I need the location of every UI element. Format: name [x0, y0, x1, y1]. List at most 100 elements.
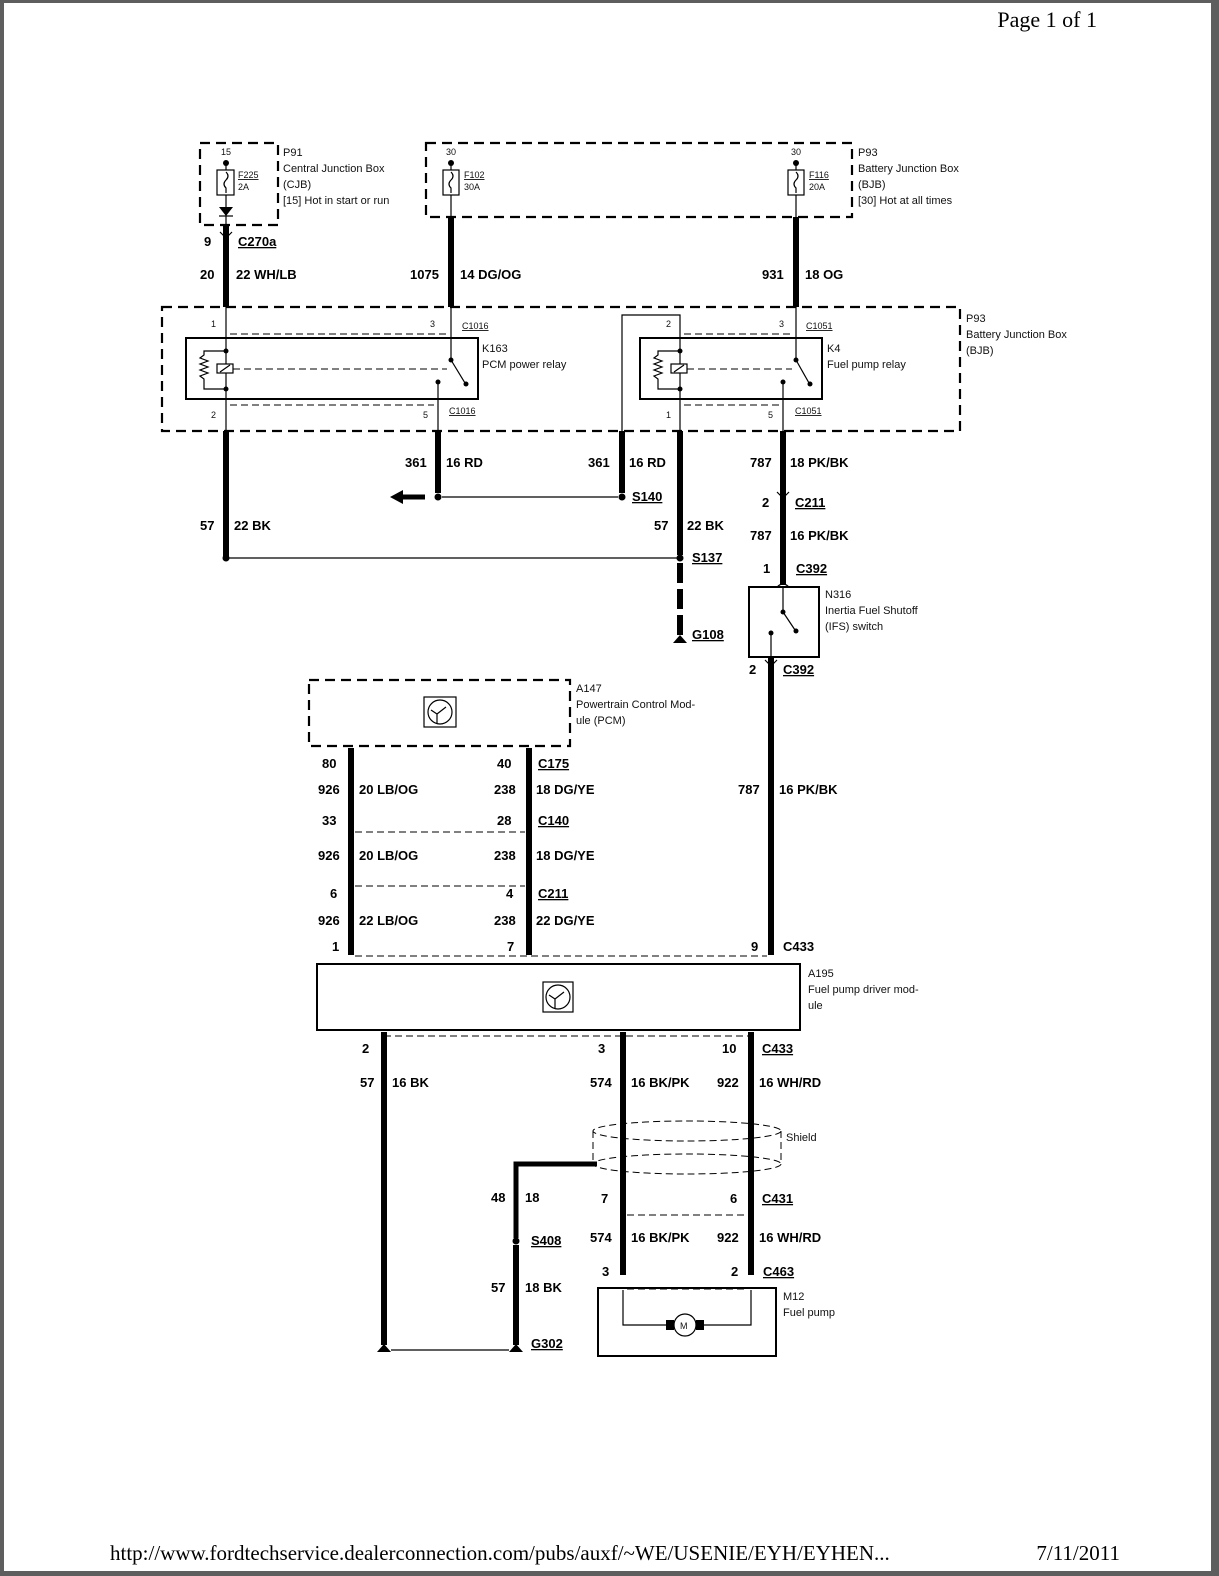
wire-spec-16-bk-pk: 16 BK/PK	[631, 1075, 690, 1090]
c431-pin-6: 6	[730, 1191, 737, 1206]
source-url[interactable]: http://www.fordtechservice.dealerconnect…	[110, 1541, 890, 1565]
c433-label: C433	[783, 939, 814, 954]
s408-label: S408	[531, 1233, 561, 1248]
a147-name-2: ule (PCM)	[576, 715, 626, 727]
c431-label: C431	[762, 1191, 793, 1206]
wire-spec-16-bk: 16 BK	[392, 1075, 429, 1090]
c392-pin-1: 1	[763, 561, 770, 576]
supply-wires: 9 C270a 20 22 WH/LB 1075 14 DG/OG 931 18…	[200, 217, 843, 307]
a195-name: Fuel pump driver mod-	[808, 984, 919, 996]
c433-pin-10: 10	[722, 1041, 736, 1056]
switch-tip	[463, 381, 469, 387]
p93-note: [30] Hot at all times	[858, 195, 953, 207]
switch-tip	[807, 381, 813, 387]
circuit-238: 238	[494, 782, 516, 797]
p91-name: Central Junction Box	[283, 163, 385, 175]
c463-label: C463	[763, 1264, 794, 1279]
c1051-label-top: C1051	[806, 321, 833, 331]
k163-name: PCM power relay	[482, 359, 567, 371]
document-page: Page 1 of 1 15 F225 2A P91 Central Junct…	[4, 3, 1211, 1571]
k4-fuel-pump-relay: 2 3 C1051 1 5 C1051 K4 Fuel pump relay	[621, 307, 906, 431]
wire-spec-20-lb-og: 20 LB/OG	[359, 782, 418, 797]
a195-fuel-pump-driver-module: A195 Fuel pump driver mod- ule	[316, 963, 919, 1031]
c433-label-bottom: C433	[762, 1041, 793, 1056]
wire-spec-22-dg-ye: 22 DG/YE	[536, 913, 595, 928]
k4-pin-3: 3	[779, 319, 784, 329]
n316-id: N316	[825, 589, 851, 601]
pcm-harness: 80 926 20 LB/OG 33 926 20 LB/OG 6 926 22…	[318, 748, 767, 957]
switch-contact-icon	[782, 611, 796, 631]
wire-spec-22-bk: 22 BK	[687, 518, 724, 533]
circuit-787: 787	[738, 782, 760, 797]
c463-pin-2: 2	[731, 1264, 738, 1279]
c270a-label: C270a	[238, 234, 277, 249]
splice-dot	[512, 1237, 520, 1245]
wire-spec-18-dg-ye: 18 DG/YE	[536, 782, 595, 797]
c175-pin-80: 80	[322, 756, 336, 771]
switch-tip	[793, 628, 799, 634]
wire-spec-22-lb-og: 22 LB/OG	[359, 913, 418, 928]
circuit-238: 238	[494, 848, 516, 863]
k163-pin-2: 2	[211, 410, 216, 420]
fuse-rating: 30A	[464, 182, 480, 192]
a195-id: A195	[808, 968, 834, 980]
n316-inertia-switch: N316 Inertia Fuel Shutoff (IFS) switch	[748, 583, 919, 658]
c211-pin: 2	[762, 495, 769, 510]
c1016-label-top: C1016	[462, 321, 489, 331]
k4-id: K4	[827, 343, 840, 355]
p93-relay-box: P93 Battery Junction Box (BJB) 1 3 C1016…	[160, 305, 1067, 433]
c433-pin-9: 9	[751, 939, 758, 954]
fuse-id: F225	[238, 170, 259, 180]
c392-label-bottom: C392	[783, 662, 814, 677]
f102-terminal: 30	[446, 147, 456, 157]
fuse-rating: 20A	[809, 182, 825, 192]
motor-brush	[666, 1320, 674, 1330]
wiring-diagram: 15 F225 2A P91 Central Junction Box (CJB…	[160, 141, 1067, 1357]
c175-pin-40: 40	[497, 756, 511, 771]
k4-pin-5: 5	[768, 410, 773, 420]
circuit-922: 922	[717, 1075, 739, 1090]
motor-brush	[696, 1320, 704, 1330]
wire-spec-20-lb-og: 20 LB/OG	[359, 848, 418, 863]
circuit-574: 574	[590, 1075, 612, 1090]
wire-spec-18: 18	[525, 1190, 539, 1205]
wire-spec-16-pk-bk: 16 PK/BK	[790, 528, 849, 543]
wire-spec-16-wh-rd: 16 WH/RD	[759, 1075, 821, 1090]
c270a-pin: 9	[204, 234, 211, 249]
c211-pin-6: 6	[330, 886, 337, 901]
a147-id: A147	[576, 683, 602, 695]
m12-fuel-pump: M M12 Fuel pump	[597, 1287, 835, 1357]
switch-terminal	[780, 379, 786, 385]
c392-label-top: C392	[796, 561, 827, 576]
wire-spec-14-dg-og: 14 DG/OG	[460, 267, 521, 282]
a195-output-wires: 2 57 16 BK 3 574 16 BK/PK 7 574 16 BK/PK…	[360, 1032, 821, 1352]
p93-abbr: (BJB)	[858, 179, 886, 191]
wire-spec-22-bk: 22 BK	[234, 518, 271, 533]
diode-icon	[219, 207, 233, 216]
circuit-57: 57	[360, 1075, 374, 1090]
a195-name-2: ule	[808, 1000, 823, 1012]
p93-relay-name: Battery Junction Box	[966, 329, 1067, 341]
relay-output-wires: 57 22 BK 361 16 RD 361 16 RD S140 57 22 …	[200, 431, 849, 643]
g108-label: G108	[692, 627, 724, 642]
circuit-926: 926	[318, 782, 340, 797]
n316-name-2: (IFS) switch	[825, 621, 883, 633]
fuse-rating: 2A	[238, 182, 249, 192]
circuit-1075: 1075	[410, 267, 439, 282]
ifs-output-wire: 2 C392 787 16 PK/BK 9 C433	[738, 657, 838, 955]
c140-label: C140	[538, 813, 569, 828]
circuit-361: 361	[588, 455, 610, 470]
arrow-left-icon	[390, 490, 403, 504]
p93-name: Battery Junction Box	[858, 163, 959, 175]
circuit-20: 20	[200, 267, 214, 282]
c140-pin-28: 28	[497, 813, 511, 828]
wire-spec-16-wh-rd: 16 WH/RD	[759, 1230, 821, 1245]
g302-label: G302	[531, 1336, 563, 1351]
c140-pin-33: 33	[322, 813, 336, 828]
c211-label: C211	[538, 886, 568, 901]
n316-body	[748, 586, 820, 658]
s137-label: S137	[692, 550, 722, 565]
p91-note: [15] Hot in start or run	[283, 195, 389, 207]
p93-relay-id: P93	[966, 313, 986, 325]
k163-pin-3: 3	[430, 319, 435, 329]
